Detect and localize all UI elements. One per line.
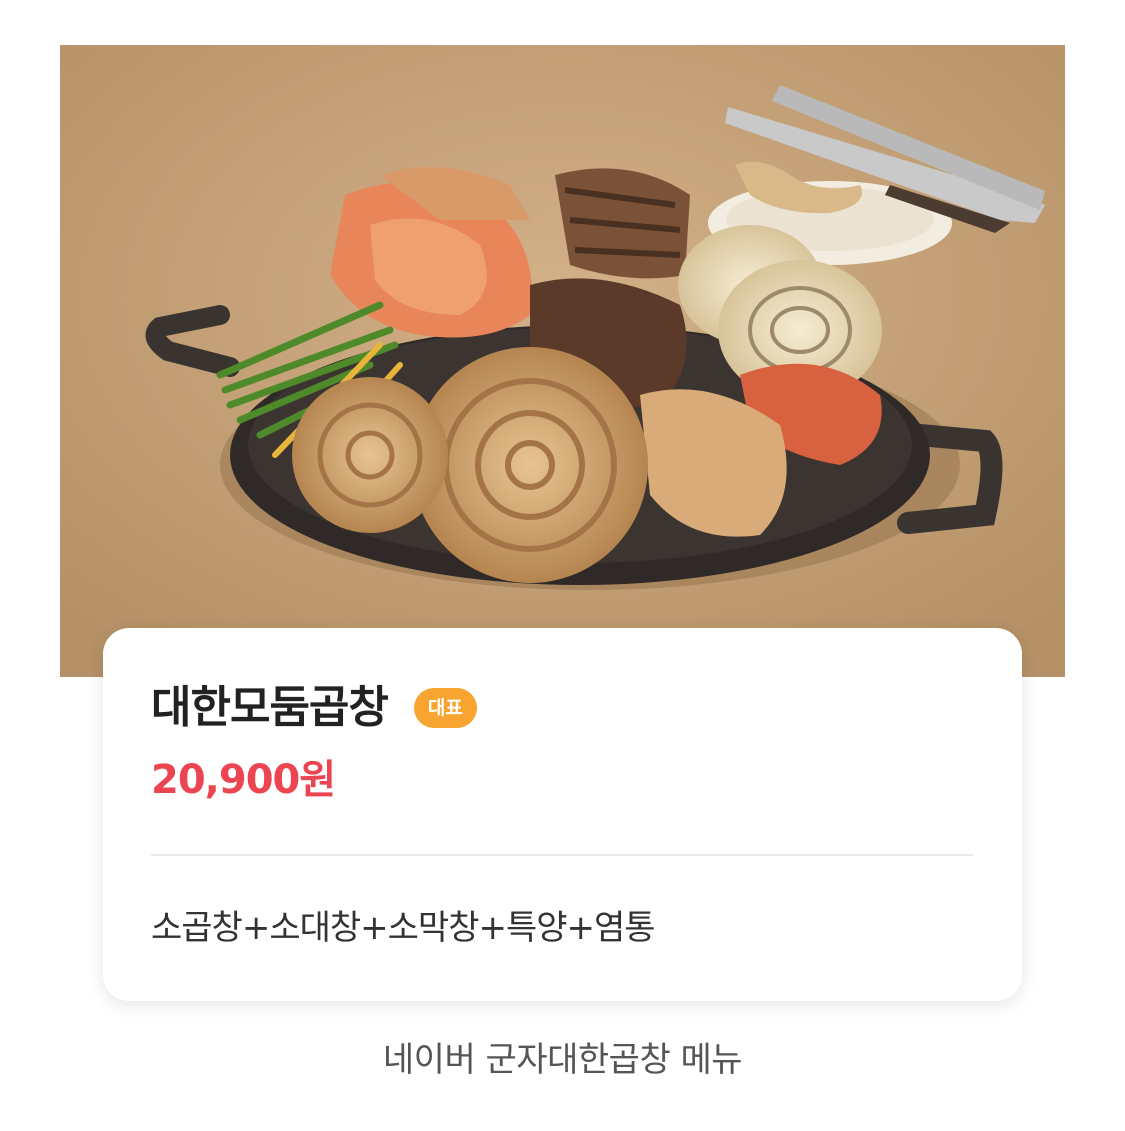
- menu-description: 소곱창+소대창+소막창+특양+염통: [151, 908, 656, 948]
- menu-price: 20,900원: [151, 757, 336, 803]
- grilled-gopchang-platter-image: [60, 45, 1065, 677]
- menu-photo: [60, 45, 1065, 677]
- menu-name: 대한모둠곱창: [151, 682, 389, 733]
- divider: [151, 854, 973, 856]
- representative-badge: 대표: [413, 688, 477, 728]
- menu-title-row: 대한모둠곱창 대표: [151, 680, 477, 736]
- image-caption: 네이버 군자대한곱창 메뉴: [382, 1040, 743, 1080]
- menu-card[interactable]: 대한모둠곱창 대표 20,900원 소곱창+소대창+소막창+특양+염통: [103, 628, 1022, 1001]
